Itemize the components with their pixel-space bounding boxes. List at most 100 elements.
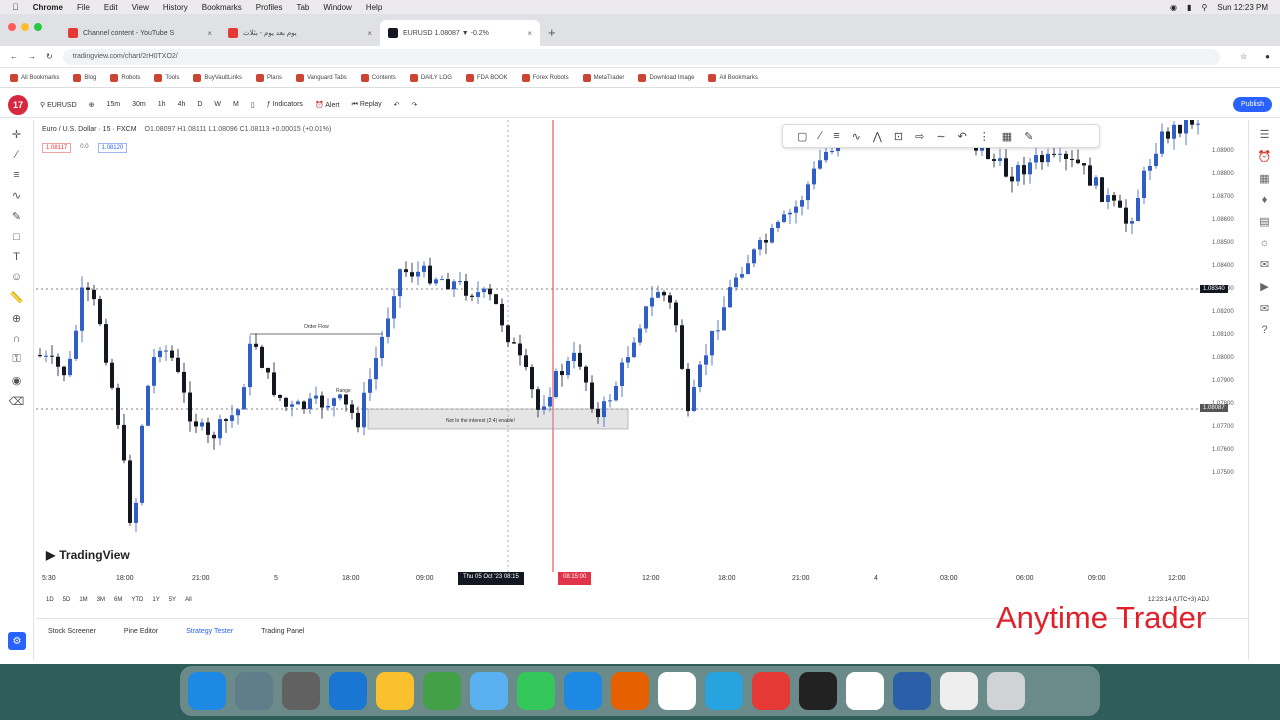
template-icon[interactable]: ▦ <box>1002 130 1012 143</box>
forward-icon[interactable]: → <box>28 52 36 61</box>
chart-annotation-label[interactable]: Order Flow <box>304 324 329 330</box>
zoom-window-button[interactable] <box>34 23 42 31</box>
candles-icon[interactable]: ▯ <box>251 101 255 109</box>
trend-line-icon[interactable]: ∕ <box>16 149 18 161</box>
tab-pine-editor[interactable]: Pine Editor <box>124 628 158 635</box>
price-chart[interactable]: Order Flow Range Not In the interest (2:4)… <box>36 120 1248 572</box>
messages-icon[interactable] <box>470 672 508 710</box>
jforex-icon[interactable] <box>752 672 790 710</box>
bottom-left-icon[interactable]: ⚙ <box>8 632 26 650</box>
pattern-icon[interactable]: ∿ <box>12 189 21 202</box>
arrow-icon[interactable]: ⇨ <box>915 130 924 143</box>
interval-1h[interactable]: 1h <box>158 101 166 108</box>
trash-icon[interactable]: ⌫ <box>9 395 25 408</box>
zoom-in-icon[interactable]: ⊕ <box>12 312 21 325</box>
trash-icon[interactable] <box>987 672 1025 710</box>
browser-tab[interactable]: يوم بعد يوم - بثلاث × <box>220 20 380 46</box>
bookmark-item[interactable]: All Bookmarks <box>10 73 59 82</box>
bookmark-item[interactable]: Blog <box>73 73 96 82</box>
bookmark-item[interactable]: All Bookmarks <box>708 73 758 82</box>
bookmark-item[interactable]: BuyVaultLinks <box>193 73 242 82</box>
battery-icon[interactable]: ▮ <box>1187 3 1191 12</box>
star-icon[interactable]: ☆ <box>1240 52 1247 61</box>
menu-bookmarks[interactable]: Bookmarks <box>202 3 242 12</box>
reload-icon[interactable]: ↻ <box>46 52 53 61</box>
back-icon[interactable]: ← <box>10 52 18 61</box>
bookmark-item[interactable]: Tools <box>154 73 179 82</box>
time-axis[interactable]: 5:30 18:00 21:00 5 18:00 09:00 12:00 18:00 21:00… <box>36 572 1248 586</box>
bookmark-item[interactable]: Download Image <box>638 73 694 82</box>
data-window-icon[interactable]: ▦ <box>1259 172 1269 185</box>
bookmark-item[interactable]: Robots <box>110 73 140 82</box>
close-tab-icon[interactable]: × <box>367 29 372 38</box>
compare-icon[interactable]: ⊕ <box>89 101 95 109</box>
notifications-icon[interactable]: ✉ <box>1260 302 1269 315</box>
url-field[interactable]: tradingview.com/chart/2rH0TXO2/ <box>62 48 1220 65</box>
range-1y[interactable]: 1Y <box>152 597 159 603</box>
lock-icon[interactable]: ⚿ <box>12 353 20 366</box>
menubar-clock[interactable]: Sun 12:23 PM <box>1217 3 1268 12</box>
text-icon[interactable]: T <box>13 251 20 263</box>
indicators-button[interactable]: ƒ Indicators <box>267 101 303 108</box>
bookmark-item[interactable]: Forex Robots <box>521 73 569 82</box>
chart-annotation-label[interactable]: Not In the interest (2:4) enable! <box>446 418 515 424</box>
publish-button[interactable]: Publish <box>1233 97 1272 112</box>
range-6m[interactable]: 6M <box>114 597 122 603</box>
interval-30m[interactable]: 30m <box>132 101 146 108</box>
bookmark-item[interactable]: Plans <box>255 73 282 82</box>
interval-m[interactable]: M <box>233 101 239 108</box>
watchlist-icon[interactable]: ☰ <box>1260 128 1270 141</box>
undo-icon[interactable]: ↶ <box>958 130 967 143</box>
bookmark-item[interactable]: Contents <box>360 73 396 82</box>
notes-icon[interactable] <box>376 672 414 710</box>
eye-icon[interactable]: ◉ <box>12 374 22 387</box>
minimize-window-button[interactable] <box>21 23 29 31</box>
launchpad-icon[interactable] <box>235 672 273 710</box>
interval-4h[interactable]: 4h <box>178 101 186 108</box>
replay-button[interactable]: ⏮ Replay <box>352 101 382 109</box>
sell-price[interactable]: 1.08117 <box>42 143 72 153</box>
bookmark-item[interactable]: Vanguard Tabs <box>295 73 347 82</box>
brush-icon[interactable]: ✎ <box>12 210 21 223</box>
interval-w[interactable]: W <box>214 101 221 108</box>
range-3m[interactable]: 3M <box>97 597 105 603</box>
rectangle-icon[interactable]: ▢ <box>797 130 807 143</box>
maps-icon[interactable] <box>423 672 461 710</box>
apple-icon[interactable]:  <box>12 2 19 12</box>
range-ytd[interactable]: YTD <box>131 597 143 603</box>
tab-trading-panel[interactable]: Trading Panel <box>261 628 304 635</box>
menu-profiles[interactable]: Profiles <box>256 3 283 12</box>
facetime-icon[interactable] <box>517 672 555 710</box>
wifi-icon[interactable]: ◉ <box>1170 3 1177 12</box>
range-all[interactable]: All <box>185 597 192 603</box>
range-5y[interactable]: 5Y <box>169 597 176 603</box>
pencil-icon[interactable]: ✎ <box>1024 130 1033 143</box>
close-tab-icon[interactable]: × <box>527 29 532 38</box>
close-tab-icon[interactable]: × <box>207 29 212 38</box>
interval-d[interactable]: D <box>197 101 202 108</box>
new-tab-icon[interactable]: + <box>548 25 556 40</box>
fib-icon[interactable]: ≡ <box>13 169 19 181</box>
buy-price[interactable]: 1.08120 <box>97 143 128 153</box>
menu-edit[interactable]: Edit <box>104 3 118 12</box>
brush-icon[interactable]: ∼ <box>936 130 945 143</box>
redo-icon[interactable]: ↷ <box>412 101 418 109</box>
range-5d[interactable]: 5D <box>63 597 71 603</box>
calendar-icon[interactable]: ▤ <box>1259 215 1269 228</box>
system-settings-icon[interactable] <box>282 672 320 710</box>
quicktime-icon[interactable] <box>893 672 931 710</box>
tradingview-logo[interactable]: 17 <box>8 94 28 115</box>
trend-line-icon[interactable]: ∕ <box>819 130 821 142</box>
browser-tab-active[interactable]: EURUSD 1.08087 ▼ -0.2% × <box>380 20 540 46</box>
magnet-icon[interactable]: ∩ <box>13 333 21 345</box>
browser-tab[interactable]: Channel content - YouTube S × <box>60 20 220 46</box>
close-window-button[interactable] <box>8 23 16 31</box>
menu-view[interactable]: View <box>132 3 149 12</box>
menu-tab[interactable]: Tab <box>296 3 309 12</box>
document-icon[interactable] <box>940 672 978 710</box>
menu-file[interactable]: File <box>77 3 90 12</box>
alert-button[interactable]: ⏰ Alert <box>315 101 340 109</box>
chart-annotation-label[interactable]: Range <box>336 388 351 394</box>
settings-icon[interactable]: ⋮ <box>979 130 990 143</box>
forecast-icon[interactable]: ⊡ <box>894 130 903 143</box>
